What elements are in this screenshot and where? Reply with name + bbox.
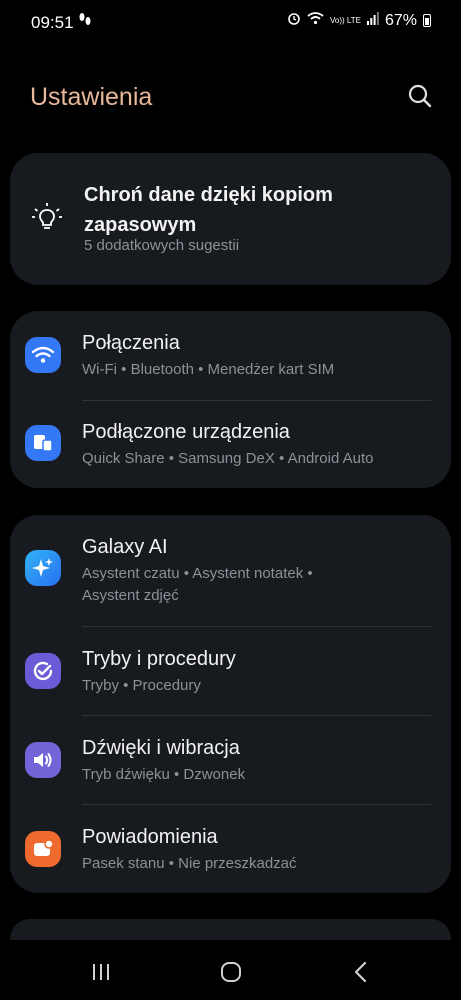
settings-item-connected-devices[interactable]: Podłączone urządzenia Quick Share • Sams…	[10, 401, 451, 488]
alarm-icon	[287, 11, 301, 30]
wifi-status-icon	[307, 11, 324, 30]
recent-apps-button[interactable]	[86, 960, 116, 984]
notifications-title: Powiadomienia	[82, 826, 218, 848]
modes-title: Tryby i procedury	[82, 648, 236, 670]
settings-item-notifications[interactable]: Powiadomienia Pasek stanu • Nie przeszka…	[10, 805, 451, 893]
lightbulb-icon	[32, 203, 62, 229]
home-button[interactable]	[216, 960, 246, 984]
sounds-subtitle: Tryb dźwięku • Dzwonek	[82, 766, 246, 783]
back-icon	[354, 961, 367, 983]
status-bar: 09:51 Vo)) LTE 67%	[0, 0, 461, 46]
backup-title: Chroń dane dzięki kopiom zapasowym	[84, 184, 333, 236]
back-button[interactable]	[346, 960, 376, 984]
settings-item-sounds[interactable]: Dźwięki i wibracja Tryb dźwięku • Dzwone…	[10, 716, 451, 804]
lte-indicator: Vo)) LTE	[329, 15, 361, 25]
wifi-icon	[25, 337, 61, 373]
sparkle-icon	[25, 550, 61, 586]
settings-item-connections[interactable]: Połączenia Wi-Fi • Bluetooth • Menedżer …	[10, 311, 451, 400]
features-card: Galaxy AI Asystent czatu • Asystent nota…	[10, 515, 451, 893]
backup-subtitle: 5 dodatkowych sugestii	[84, 237, 240, 254]
connections-title: Połączenia	[82, 332, 180, 354]
navigation-bar	[0, 940, 461, 1000]
home-icon	[221, 962, 241, 982]
recents-icon	[93, 964, 109, 980]
modes-subtitle: Tryby • Procedury	[82, 677, 201, 694]
connections-subtitle: Wi-Fi • Bluetooth • Menedżer kart SIM	[82, 361, 335, 378]
battery-percent: 67%	[384, 11, 417, 29]
notification-icon	[25, 831, 61, 867]
settings-item-modes-routines[interactable]: Tryby i procedury Tryby • Procedury	[10, 627, 451, 715]
connections-card: Połączenia Wi-Fi • Bluetooth • Menedżer …	[10, 311, 451, 488]
connected-devices-title: Podłączone urządzenia	[82, 421, 290, 443]
galaxy-ai-subtitle-line2: Asystent zdjęć	[82, 587, 179, 604]
check-circle-icon	[25, 653, 61, 689]
search-icon	[408, 84, 432, 108]
status-icons: Vo)) LTE 67%	[287, 11, 431, 30]
speaker-icon	[25, 742, 61, 778]
steps-icon	[78, 12, 92, 32]
settings-item-galaxy-ai[interactable]: Galaxy AI Asystent czatu • Asystent nota…	[10, 515, 451, 625]
devices-icon	[25, 425, 61, 461]
sounds-title: Dźwięki i wibracja	[82, 737, 240, 759]
backup-suggestion-card[interactable]: Chroń dane dzięki kopiom zapasowym 5 dod…	[10, 153, 451, 285]
status-time: 09:51	[31, 13, 74, 32]
search-button[interactable]	[404, 80, 436, 112]
page-title: Ustawienia	[30, 83, 153, 111]
notifications-subtitle: Pasek stanu • Nie przeszkadzać	[82, 855, 297, 872]
connected-devices-subtitle: Quick Share • Samsung DeX • Android Auto	[82, 450, 374, 467]
signal-icon	[366, 11, 379, 30]
battery-icon	[423, 14, 431, 27]
galaxy-ai-subtitle: Asystent czatu • Asystent notatek •	[82, 565, 313, 582]
galaxy-ai-title: Galaxy AI	[82, 536, 168, 558]
